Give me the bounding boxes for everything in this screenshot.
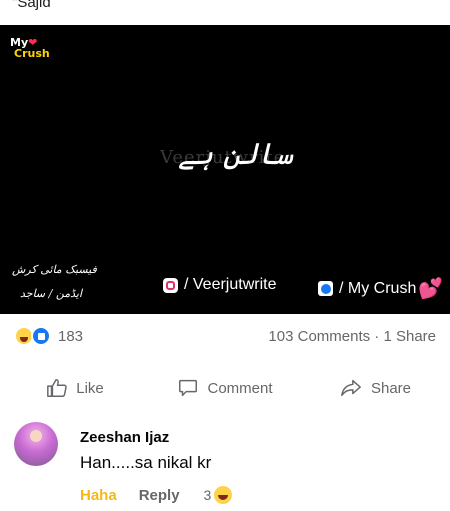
comment-button[interactable]: Comment [150,368,300,408]
haha-reaction-button[interactable]: Haha [80,487,117,504]
reactions-summary: 183 103 Comments · 1 Share [0,322,450,352]
reaction-count[interactable]: 183 [58,328,83,345]
video-player[interactable]: My❤ Crush Veerjutwrite سالن ہے فیسبک مائ… [0,25,450,314]
share-icon [341,379,361,397]
instagram-handle: / Veerjutwrite [163,276,276,294]
comments-shares-count[interactable]: 103 Comments · 1 Share [268,328,436,345]
credit-line-1: فیسبک مائی کرش [12,263,97,276]
facebook-handle: / My Crush 💕 [318,276,443,301]
credit-line-2: ایڈمن / ساجد [20,287,82,300]
facebook-icon [318,281,333,296]
haha-icon [214,486,233,504]
like-button[interactable]: Like [0,368,150,408]
share-button[interactable]: Share [300,368,450,408]
post-actions: Like Comment Share [0,368,450,408]
avatar[interactable] [14,422,58,466]
video-caption: سالن ہے [178,137,294,172]
instagram-icon [163,277,178,293]
my-crush-logo: My❤ Crush [10,36,50,60]
comment-reaction-count: 3 [203,487,212,503]
comment-author[interactable]: Zeeshan Ijaz [80,429,169,446]
comment-actions: Haha Reply 3 [80,486,233,504]
comment-text: Han.....sa nikal kr [80,453,212,472]
reaction-icons[interactable] [14,326,54,348]
reply-button[interactable]: Reply [139,487,180,504]
comment-icon [179,379,198,397]
like-icon [31,326,51,346]
heart-icon: 💕 [418,278,444,300]
post-author-partial[interactable]: "Sajid [12,0,51,11]
thumbs-up-icon [47,379,67,397]
